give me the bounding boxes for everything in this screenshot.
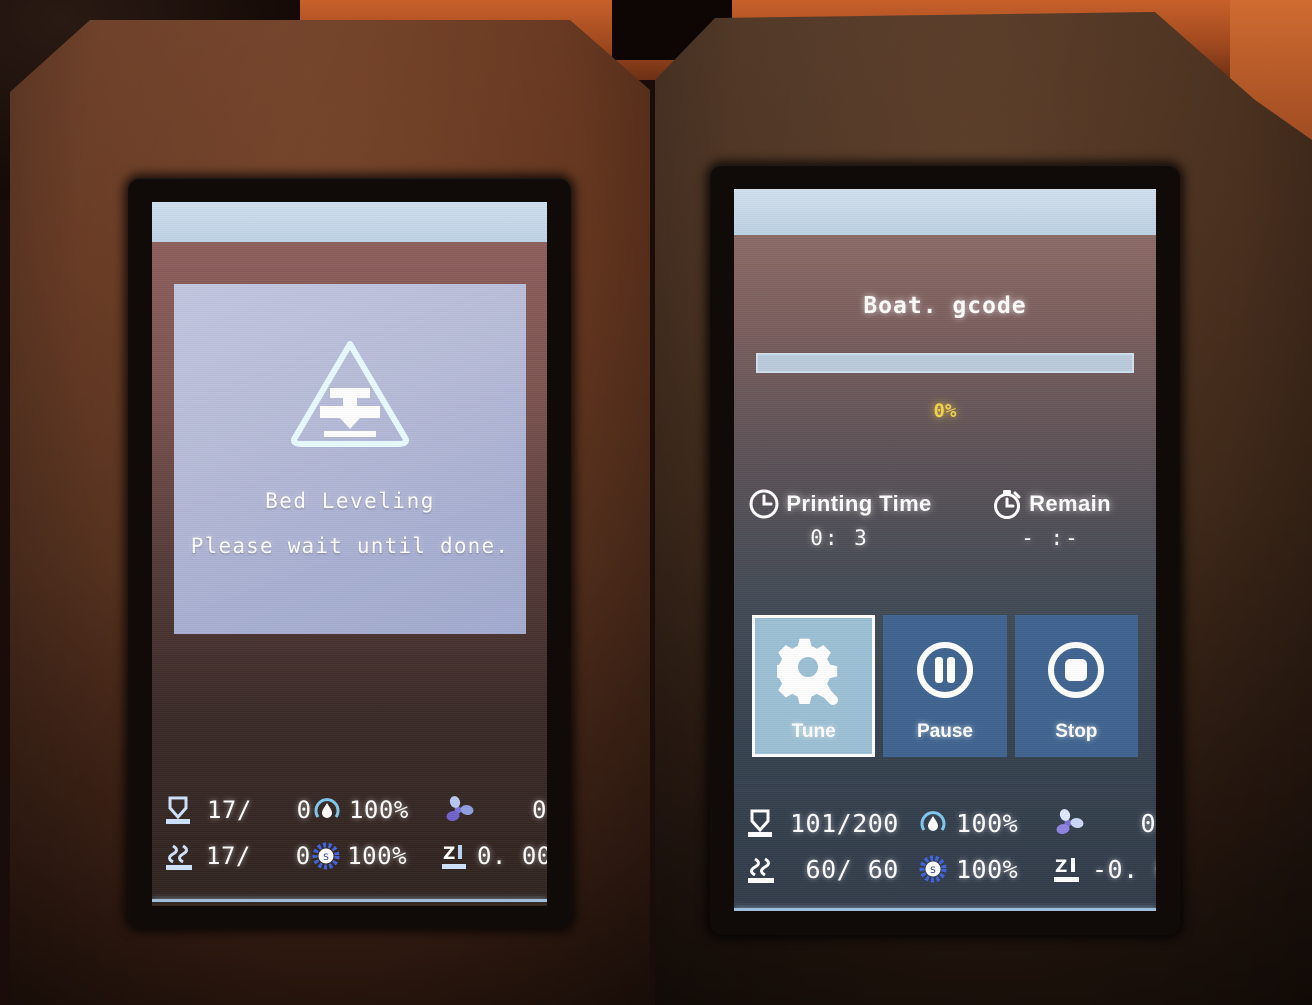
bed-temp-value: 60/ 60 [790, 854, 899, 884]
fan-value: 0 [532, 796, 547, 824]
nozzle-temp-value: 17/ 0 [206, 796, 312, 824]
bed-icon [746, 854, 790, 884]
speed-value: 100% [956, 854, 1019, 884]
timer-row: Printing Time 0: 3 Remain - :- [734, 487, 1156, 550]
screen-right[interactable]: Boat. gcode 0% Printing Time 0: 3 Remain… [734, 189, 1156, 911]
nozzle-temp-value: 101/200 [790, 808, 899, 838]
flow-icon [918, 808, 956, 838]
fan-icon [1052, 809, 1094, 837]
pause-button-label: Pause [916, 721, 973, 742]
tune-button[interactable]: Tune [752, 615, 876, 757]
stopwatch-icon [994, 490, 1021, 519]
pause-circle-icon [916, 642, 973, 698]
screen-left[interactable]: Bed Leveling Please wait until done. 17/… [152, 202, 547, 906]
progress-percent-label: 0% [933, 400, 957, 422]
screen-right-body: Boat. gcode 0% Printing Time 0: 3 Remain… [734, 235, 1156, 911]
pause-button[interactable]: Pause [883, 615, 1007, 757]
status-row-nozzle: 101/200 100% 0 [734, 800, 1156, 846]
svg-text:Z: Z [1055, 857, 1067, 877]
stop-button-label: Stop [1055, 721, 1098, 742]
z-offset-icon: Z [1052, 854, 1092, 884]
z-offset-icon: Z [439, 841, 477, 871]
flow-value: 100% [348, 796, 409, 824]
speed-icon: S [918, 854, 956, 884]
tune-button-label: Tune [791, 721, 836, 742]
print-progress-bar [756, 353, 1134, 373]
bed-icon [164, 841, 206, 871]
remain-time-label: Remain [1029, 491, 1111, 516]
status-panel-right: 101/200 100% 0 60/ 60 S 100% Z -0. [734, 800, 1156, 892]
stop-button[interactable]: Stop [1014, 615, 1138, 757]
flow-icon [312, 795, 349, 825]
bed-leveling-dialog: Bed Leveling Please wait until done. [174, 284, 526, 634]
print-control-buttons: Tune Pause Stop [752, 615, 1138, 757]
status-panel-left: 17/ 0 100% 0 17/ 0 S 100% Z 0. 00 [152, 787, 547, 879]
coordinate-bar-left: X 60. 0 Y 230. 7 Z - 5. 0 [152, 902, 547, 906]
fan-icon [442, 796, 481, 824]
speed-icon: S [311, 841, 348, 871]
nozzle-icon [746, 808, 790, 838]
gear-wrench-icon [776, 638, 838, 705]
z-offset-value: 0. 00 [476, 842, 547, 870]
job-filename: Boat. gcode [863, 293, 1027, 319]
printing-time-label: Printing Time [786, 491, 932, 516]
svg-text:S: S [323, 853, 329, 863]
status-row-bed: 17/ 0 S 100% Z 0. 00 [152, 833, 547, 879]
remain-time-value: - :- [1021, 526, 1080, 550]
dialog-message: Please wait until done. [190, 534, 510, 558]
header-strip-right [734, 189, 1156, 235]
dialog-title: Bed Leveling [265, 489, 435, 513]
stop-circle-icon [1048, 642, 1105, 698]
flow-value: 100% [956, 808, 1019, 838]
status-row-nozzle: 17/ 0 100% 0 [152, 787, 547, 833]
z-offset-value: -0. 09 [1092, 854, 1156, 884]
svg-text:Z: Z [443, 844, 455, 864]
printing-time-head: Printing Time [747, 487, 931, 521]
remain-time-head: Remain [990, 487, 1111, 521]
printing-time-value: 0: 3 [810, 526, 869, 550]
header-strip-left [152, 202, 547, 242]
screen-left-body: Bed Leveling Please wait until done. 17/… [152, 242, 547, 906]
bed-temp-value: 17/ 0 [206, 842, 311, 870]
status-row-bed: 60/ 60 S 100% Z -0. 09 [734, 846, 1156, 892]
bed-leveling-icon [286, 336, 414, 451]
fan-value: 0 [1140, 808, 1156, 838]
clock-icon [749, 489, 779, 519]
remain-time-block: Remain - :- [945, 487, 1156, 550]
printing-time-block: Printing Time 0: 3 [734, 487, 945, 550]
nozzle-icon [164, 795, 207, 825]
svg-text:S: S [930, 866, 936, 876]
speed-value: 100% [347, 842, 408, 870]
